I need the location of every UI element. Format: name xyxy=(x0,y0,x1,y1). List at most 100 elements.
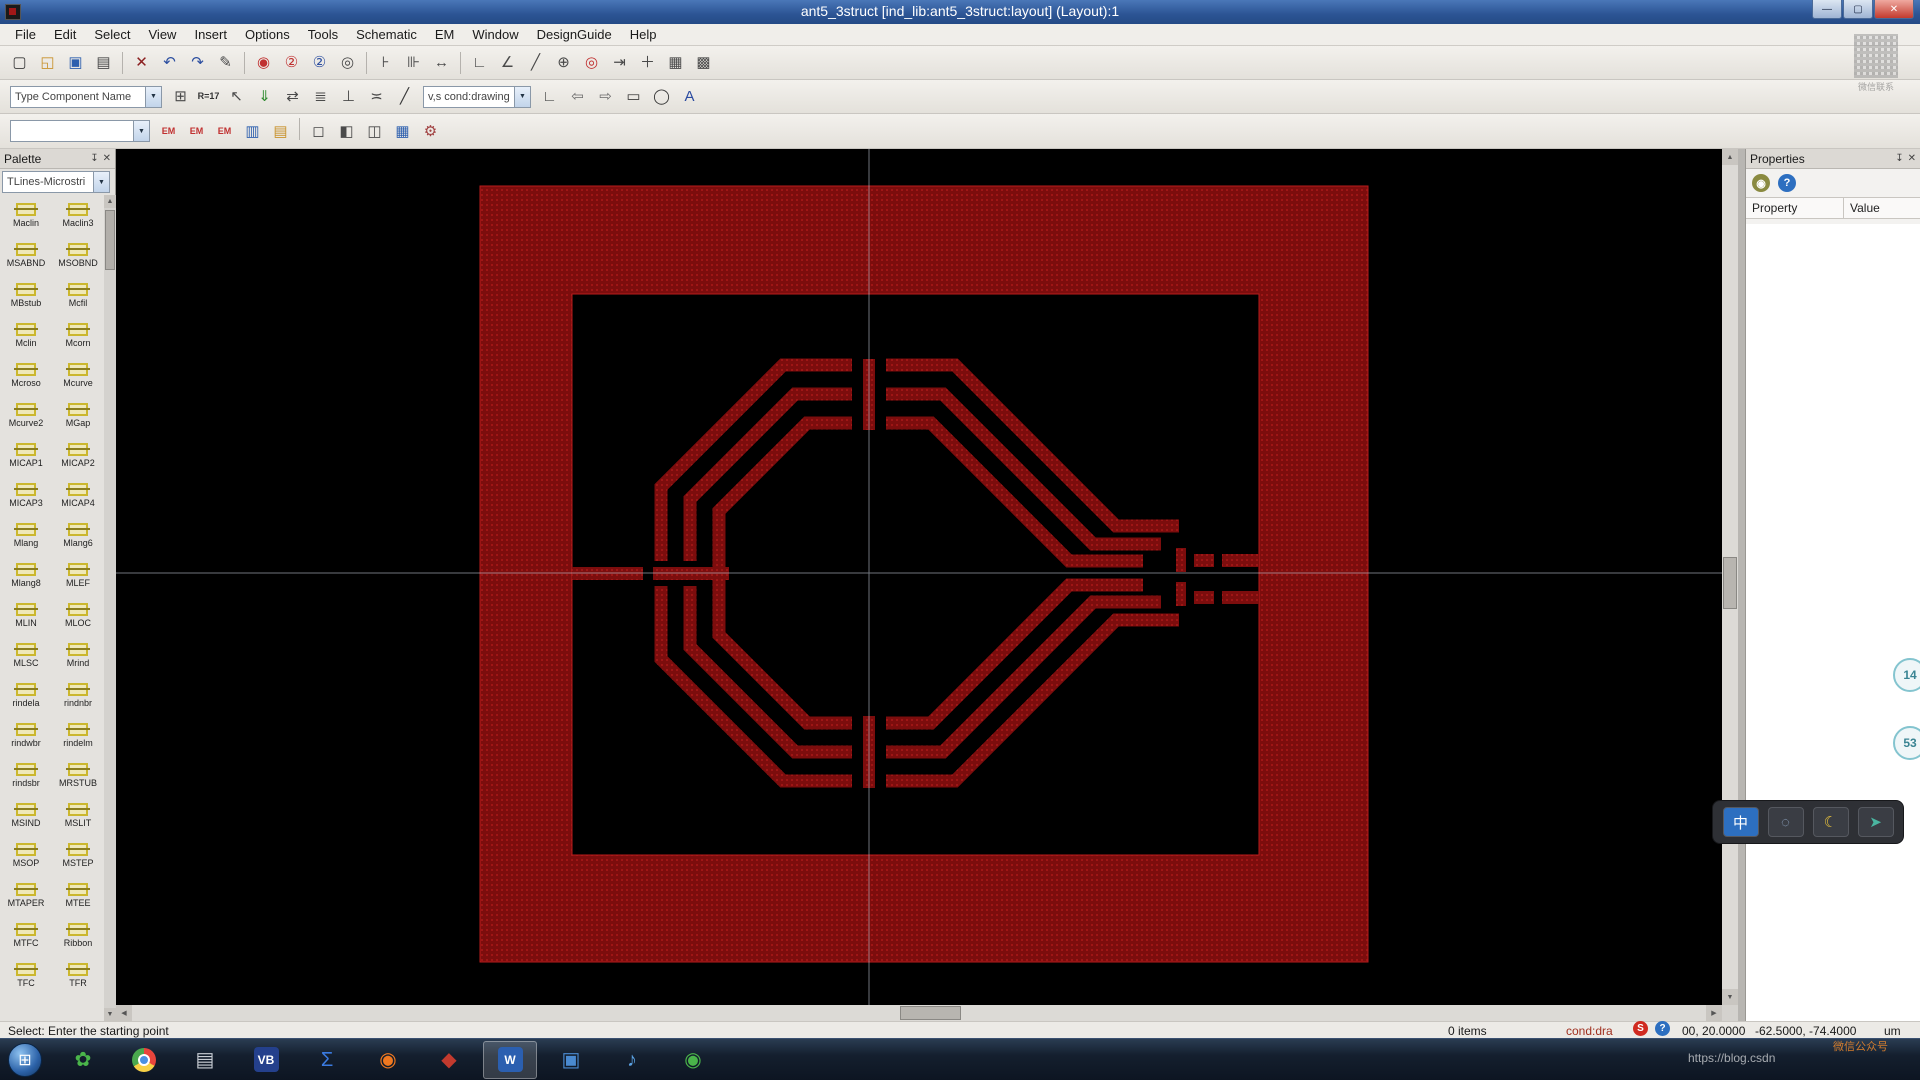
taskbar-modeler-app[interactable]: ◆ xyxy=(422,1041,476,1079)
ime-icon[interactable]: S xyxy=(1633,1021,1648,1036)
new-file-button[interactable]: ▢ xyxy=(6,49,33,76)
palette-item-mbstub[interactable]: MBstub xyxy=(0,275,52,315)
help-icon[interactable]: ? xyxy=(1778,174,1796,192)
zoom-area-button[interactable]: ◎ xyxy=(334,49,361,76)
palette-item-mstep[interactable]: MSTEP xyxy=(52,835,104,875)
component-library-button[interactable]: ⊞ xyxy=(167,83,194,110)
properties-table-body[interactable] xyxy=(1746,224,1920,1021)
palette-item-mgap[interactable]: MGap xyxy=(52,395,104,435)
translate-button[interactable]: 中 xyxy=(1723,807,1759,837)
rectangle-tool-button[interactable]: ▭ xyxy=(620,83,647,110)
preview-3d-button[interactable]: ◻ xyxy=(305,118,332,145)
menu-item-file[interactable]: File xyxy=(6,25,45,44)
palette-item-mcurve[interactable]: Mcurve xyxy=(52,355,104,395)
substrate-editor-button[interactable]: ▤ xyxy=(267,118,294,145)
em-setup-button[interactable]: EM xyxy=(183,118,210,145)
floating-badge-2[interactable]: 53 xyxy=(1893,726,1920,760)
insert-instance-button[interactable]: ⇓ xyxy=(251,83,278,110)
pin-properties-button[interactable]: ↖ xyxy=(223,83,250,110)
palette-item-rindelm[interactable]: rindelm xyxy=(52,715,104,755)
taskbar-green-app[interactable]: ✿ xyxy=(56,1041,110,1079)
route-corner-button[interactable]: ∟ xyxy=(466,49,493,76)
floating-badge-1[interactable]: 14 xyxy=(1893,658,1920,692)
palette-item-rindsbr[interactable]: rindsbr xyxy=(0,755,52,795)
insert-ground-button[interactable]: ⊥ xyxy=(335,83,362,110)
palette-item-micap1[interactable]: MICAP1 xyxy=(0,435,52,475)
chevron-down-icon[interactable]: ▼ xyxy=(93,172,109,192)
set-origin-button[interactable]: ◎ xyxy=(578,49,605,76)
record-button[interactable]: ◌ xyxy=(1768,807,1804,837)
palette-item-mlef[interactable]: MLEF xyxy=(52,555,104,595)
technology-settings-button[interactable]: ⚙ xyxy=(417,118,444,145)
swap-view-button[interactable]: ⇄ xyxy=(279,83,306,110)
menu-item-select[interactable]: Select xyxy=(85,25,139,44)
palette-item-mtaper[interactable]: MTAPER xyxy=(0,875,52,915)
menu-item-help[interactable]: Help xyxy=(621,25,666,44)
palette-item-mrstub[interactable]: MRSTUB xyxy=(52,755,104,795)
zoom-out-2x-button[interactable]: ② xyxy=(278,49,305,76)
scroll-left-icon[interactable]: ◀ xyxy=(116,1005,132,1021)
menu-item-options[interactable]: Options xyxy=(236,25,299,44)
menu-item-designguide[interactable]: DesignGuide xyxy=(528,25,621,44)
scroll-down-icon[interactable]: ▼ xyxy=(1722,989,1738,1005)
palette-item-micap4[interactable]: MICAP4 xyxy=(52,475,104,515)
scrollbar-thumb[interactable] xyxy=(1723,557,1737,609)
layer-viewer-button[interactable]: ▥ xyxy=(239,118,266,145)
taskbar-media-app[interactable]: ♪ xyxy=(605,1041,659,1079)
menu-item-edit[interactable]: Edit xyxy=(45,25,85,44)
measure-button[interactable]: ↔ xyxy=(428,49,455,76)
outline-right-button[interactable]: ⇨ xyxy=(592,83,619,110)
share-button[interactable]: ➤ xyxy=(1858,807,1894,837)
palette-item-mlin[interactable]: MLIN xyxy=(0,595,52,635)
insert-port-button[interactable]: ⊦ xyxy=(372,49,399,76)
scroll-right-icon[interactable]: ▶ xyxy=(1706,1005,1722,1021)
redo-button[interactable]: ↷ xyxy=(184,49,211,76)
palette-item-mcfil[interactable]: Mcfil xyxy=(52,275,104,315)
save-design-button[interactable]: ▣ xyxy=(62,49,89,76)
cutplane-3d-button[interactable]: ◫ xyxy=(361,118,388,145)
open-design-button[interactable]: ◱ xyxy=(34,49,61,76)
menu-item-insert[interactable]: Insert xyxy=(185,25,236,44)
maximize-button[interactable]: ▢ xyxy=(1843,0,1873,19)
palette-scrollbar[interactable]: ▲ ▼ xyxy=(104,195,116,1021)
palette-item-mcorn[interactable]: Mcorn xyxy=(52,315,104,355)
menu-item-window[interactable]: Window xyxy=(463,25,527,44)
scroll-up-icon[interactable]: ▲ xyxy=(1722,149,1738,165)
chevron-down-icon[interactable]: ▼ xyxy=(133,121,149,141)
insert-port-pair-button[interactable]: ⊪ xyxy=(400,49,427,76)
zoom-in-2x-button[interactable]: ② xyxy=(306,49,333,76)
start-button[interactable]: ⊞ xyxy=(8,1043,42,1077)
palette-item-micap3[interactable]: MICAP3 xyxy=(0,475,52,515)
scrollbar-thumb[interactable] xyxy=(900,1006,961,1020)
palette-item-msind[interactable]: MSIND xyxy=(0,795,52,835)
scroll-up-icon[interactable]: ▲ xyxy=(104,195,116,208)
scroll-down-icon[interactable]: ▼ xyxy=(104,1008,116,1021)
close-button[interactable]: ✕ xyxy=(1874,0,1914,19)
palette-item-mloc[interactable]: MLOC xyxy=(52,595,104,635)
palette-item-mlang8[interactable]: Mlang8 xyxy=(0,555,52,595)
ime-help-icon[interactable]: ? xyxy=(1655,1021,1670,1036)
insert-corner-button[interactable]: ∟ xyxy=(536,83,563,110)
palette-item-mtee[interactable]: MTEE xyxy=(52,875,104,915)
menu-item-view[interactable]: View xyxy=(140,25,186,44)
insert-pin-button[interactable]: ◉ xyxy=(250,49,277,76)
night-mode-button[interactable]: ☾ xyxy=(1813,807,1849,837)
palette-item-mlsc[interactable]: MLSC xyxy=(0,635,52,675)
grid-snap-button[interactable]: ▦ xyxy=(662,49,689,76)
em-combo[interactable]: ▼ xyxy=(10,120,150,142)
taskbar-security-app[interactable]: ▣ xyxy=(544,1041,598,1079)
taskbar-ads-main-window[interactable]: W xyxy=(483,1041,537,1079)
edit-properties-button[interactable]: ✎ xyxy=(212,49,239,76)
palette-item-mlang6[interactable]: Mlang6 xyxy=(52,515,104,555)
chevron-down-icon[interactable]: ▼ xyxy=(514,87,530,107)
menu-item-schematic[interactable]: Schematic xyxy=(347,25,426,44)
palette-item-mslit[interactable]: MSLIT xyxy=(52,795,104,835)
dock-pin-icon[interactable]: ↧ xyxy=(90,153,98,164)
delete-button[interactable]: ✕ xyxy=(128,49,155,76)
palette-item-tfr[interactable]: TFR xyxy=(52,955,104,995)
chevron-down-icon[interactable]: ▼ xyxy=(145,87,161,107)
draw-path-button[interactable]: ╱ xyxy=(391,83,418,110)
palette-item-msop[interactable]: MSOP xyxy=(0,835,52,875)
layer-stack-button[interactable]: ≣ xyxy=(307,83,334,110)
move-endpoint-button[interactable]: ⇥ xyxy=(606,49,633,76)
